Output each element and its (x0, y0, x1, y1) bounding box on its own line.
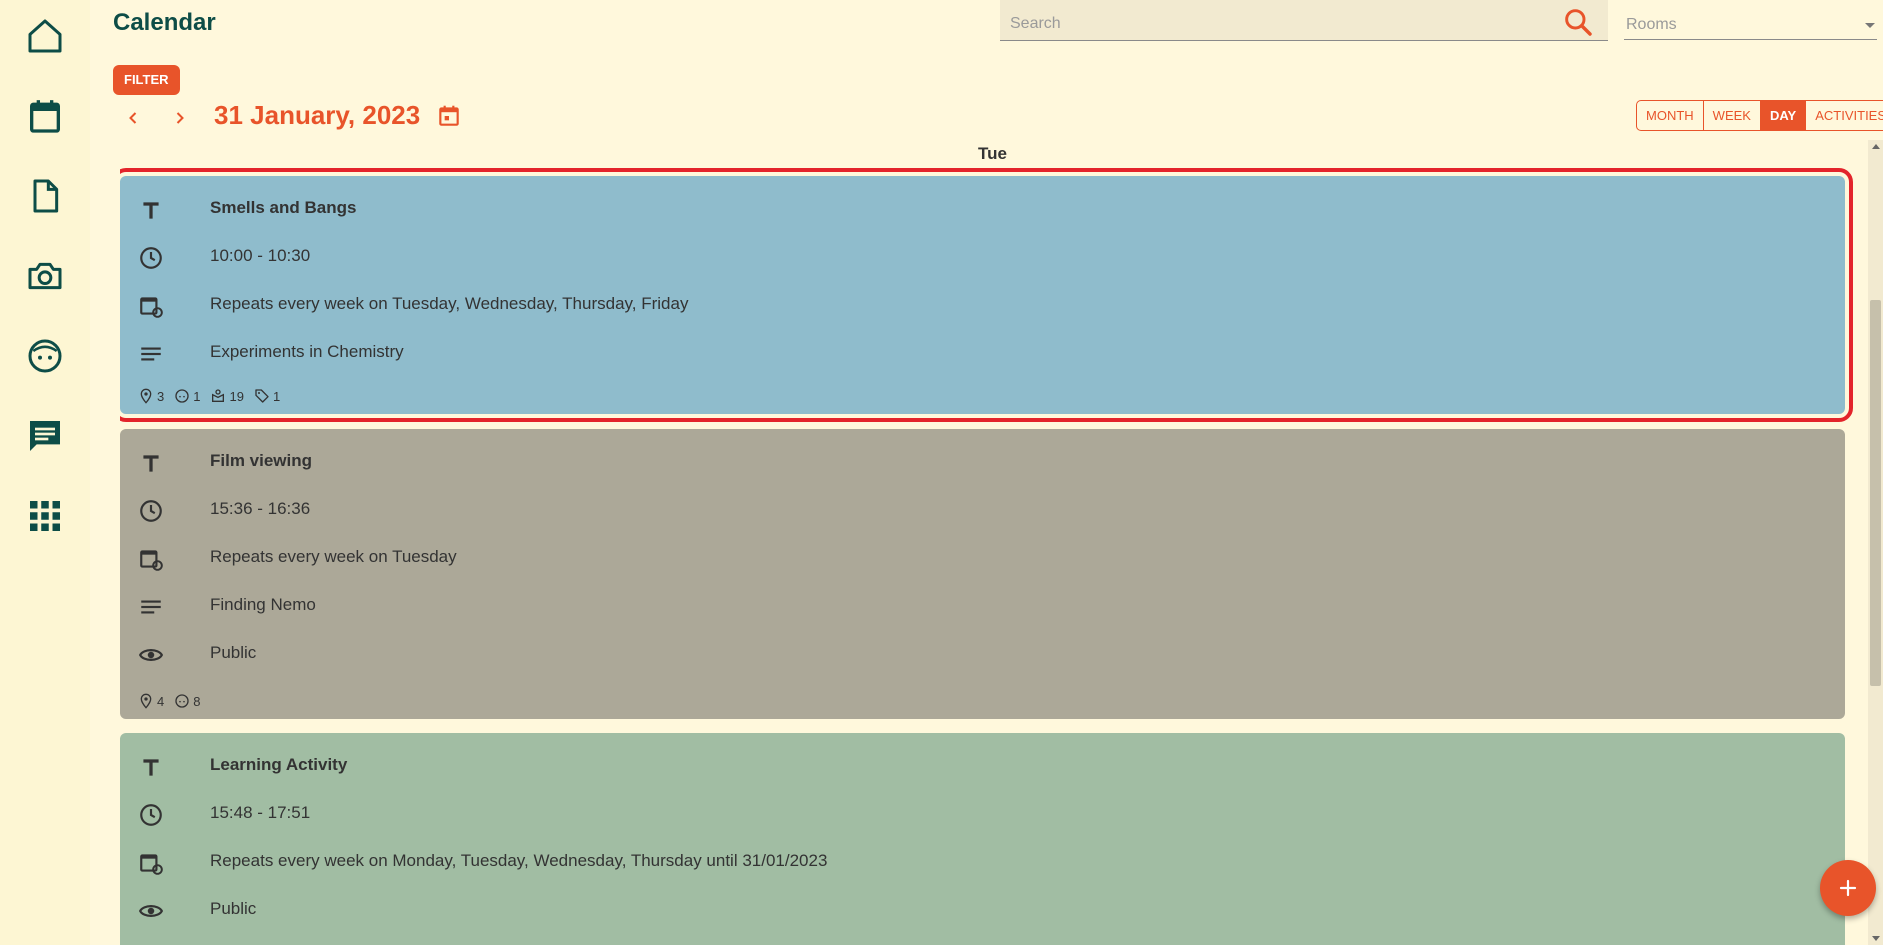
nav-children[interactable] (21, 332, 69, 380)
location-count: 3 (157, 388, 165, 404)
view-toggle: MONTH WEEK DAY ACTIVITIES (1636, 100, 1883, 131)
eye-icon (138, 905, 164, 917)
calendar-icon (30, 100, 60, 133)
home-icon (28, 19, 62, 53)
scrollbar-thumb[interactable] (1870, 300, 1881, 686)
add-event-button[interactable] (1820, 860, 1876, 916)
child-face-icon (28, 339, 62, 373)
children-count: 1 (193, 388, 201, 404)
apps-grid-icon (30, 501, 60, 531)
view-activities-button[interactable]: ACTIVITIES (1806, 101, 1883, 130)
event-card-film-viewing[interactable]: Film viewing 15:36 - 16:36 Repeats every… (120, 429, 1845, 719)
scroll-up-icon[interactable] (1872, 144, 1880, 149)
scroll-down-icon[interactable] (1872, 936, 1880, 941)
events-list: Smells and Bangs 10:00 - 10:30 Repeats e… (120, 168, 1880, 945)
chat-icon (30, 421, 60, 451)
repeat-calendar-icon (140, 297, 163, 318)
eye-icon (138, 649, 164, 661)
nav-messages[interactable] (21, 412, 69, 460)
plus-icon (1839, 879, 1857, 897)
search-input[interactable] (1010, 12, 1530, 36)
view-week-button[interactable]: WEEK (1704, 101, 1761, 130)
event-time: 10:00 - 10:30 (210, 246, 311, 265)
event-visibility: Public (210, 899, 257, 918)
repeat-calendar-icon (140, 550, 163, 571)
event-card-smells-and-bangs[interactable]: Smells and Bangs 10:00 - 10:30 Repeats e… (120, 168, 1853, 422)
child-face-icon (175, 389, 189, 403)
view-month-button[interactable]: MONTH (1637, 101, 1704, 130)
nav-documents[interactable] (21, 172, 69, 220)
event-visibility: Public (210, 643, 257, 662)
search-icon[interactable] (1562, 6, 1594, 38)
title-icon (143, 759, 159, 776)
children-count: 8 (193, 693, 201, 709)
clock-icon (140, 804, 162, 826)
title-icon (143, 202, 159, 219)
description-icon (141, 600, 161, 614)
page-title: Calendar (113, 9, 216, 36)
event-repeat: Repeats every week on Tuesday, Wednesday… (210, 294, 689, 313)
main-content: Calendar Rooms FILTER 31 January, 2023 M… (90, 0, 1883, 945)
nav-photos[interactable] (21, 252, 69, 300)
rooms-select[interactable]: Rooms (1624, 4, 1877, 40)
chevron-left-icon[interactable] (121, 106, 145, 130)
repeat-calendar-icon (140, 854, 163, 875)
chevron-down-icon (1865, 23, 1875, 28)
document-icon (33, 179, 59, 213)
clock-icon (140, 500, 162, 522)
tag-count: 1 (272, 388, 281, 404)
location-count: 4 (157, 693, 165, 709)
search-box (1000, 0, 1608, 41)
event-repeat: Repeats every week on Tuesday (210, 547, 457, 566)
event-time: 15:36 - 16:36 (210, 499, 311, 518)
location-icon (140, 693, 152, 709)
event-title: Film viewing (210, 451, 313, 470)
event-time: 15:48 - 17:51 (210, 803, 311, 822)
child-face-icon (175, 694, 189, 708)
day-header: Tue (978, 144, 1007, 163)
clock-icon (140, 247, 162, 269)
event-description: Finding Nemo (210, 595, 316, 614)
sidebar (0, 0, 90, 945)
rooms-placeholder: Rooms (1626, 16, 1677, 33)
camera-icon (28, 262, 62, 290)
current-date: 31 January, 2023 (214, 100, 421, 130)
nav-calendar[interactable] (21, 92, 69, 140)
view-day-button[interactable]: DAY (1760, 101, 1807, 130)
event-description: Experiments in Chemistry (210, 342, 404, 361)
location-icon (140, 388, 152, 404)
tag-icon (255, 389, 269, 403)
nav-apps[interactable] (21, 492, 69, 540)
event-meta: 4 8 (138, 693, 210, 709)
event-repeat: Repeats every week on Monday, Tuesday, W… (210, 851, 828, 870)
filter-button[interactable]: FILTER (113, 65, 180, 95)
chevron-right-icon[interactable] (168, 106, 192, 130)
nav-home[interactable] (21, 12, 69, 60)
event-title: Learning Activity (210, 755, 348, 774)
date-picker-icon[interactable] (436, 103, 462, 129)
group-count: 19 (229, 388, 244, 404)
event-title: Smells and Bangs (210, 198, 357, 217)
title-icon (143, 455, 159, 472)
description-icon (141, 347, 161, 361)
event-card-learning-activity[interactable]: Learning Activity 15:48 - 17:51 Repeats … (120, 733, 1845, 945)
scrollbar[interactable] (1868, 140, 1883, 945)
event-meta: 3 1 19 1 (138, 388, 290, 404)
group-icon (212, 389, 225, 402)
